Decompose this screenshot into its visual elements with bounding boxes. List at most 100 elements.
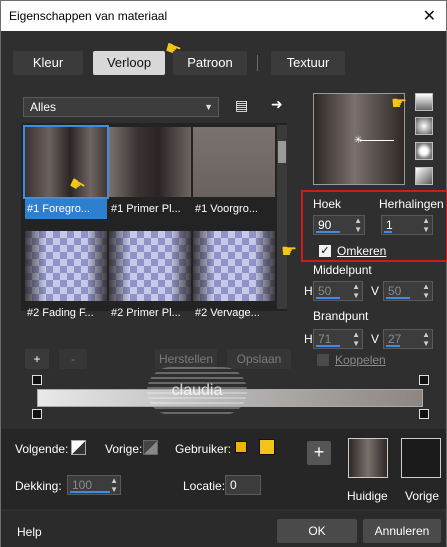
watermark-text: claudia <box>171 382 223 399</box>
center-h-input[interactable]: 50 ▲ ▼ <box>313 281 363 301</box>
opacity-label: Dekking: <box>15 479 62 493</box>
previous-label: Vorige <box>405 489 440 503</box>
spin-arrows-icon[interactable]: ▲ ▼ <box>110 476 118 494</box>
angle-input[interactable]: 90 ▲ ▼ <box>313 215 365 235</box>
repeats-input[interactable]: 1 ▲ ▼ <box>381 215 433 235</box>
swatch-label: #1 Primer Pl... <box>111 203 181 215</box>
library-scrollbar[interactable] <box>277 125 287 309</box>
user-color-swatch-2[interactable] <box>259 439 275 455</box>
swatch-preview <box>109 127 191 197</box>
next-color-swatch[interactable] <box>71 440 86 455</box>
material-properties-window: Eigenschappen van materiaal ✕ Kleur Verl… <box>0 0 447 547</box>
previous-gradient-swatch[interactable] <box>401 438 441 478</box>
chevron-down-icon: ▼ <box>204 102 213 112</box>
spin-arrows-icon[interactable]: ▲ ▼ <box>422 330 430 348</box>
scrollbar-thumb[interactable] <box>278 141 286 163</box>
tab-patroon[interactable]: Patroon <box>173 51 247 75</box>
linear-style-icon[interactable] <box>415 93 433 111</box>
remove-button[interactable]: - <box>59 349 87 369</box>
current-label: Huidige <box>347 489 388 503</box>
pointing-hand-icon: ☛ <box>281 241 298 261</box>
swatch-preview <box>193 127 275 197</box>
focal-h-value: 71 <box>318 332 332 346</box>
value-bar <box>316 345 340 347</box>
spin-arrows-icon[interactable]: ▲ ▼ <box>352 282 360 300</box>
ok-button[interactable]: OK <box>277 519 357 543</box>
focal-v-input[interactable]: 27 ▲ ▼ <box>383 329 433 349</box>
focal-h-label: H <box>304 332 313 346</box>
opacity-input[interactable]: 100 ▲ ▼ <box>67 475 121 495</box>
swatch-preview <box>25 231 107 301</box>
center-label: Middelpunt <box>313 263 372 277</box>
invert-label: Omkeren <box>337 244 387 258</box>
opacity-value: 100 <box>72 478 93 492</box>
center-v-input[interactable]: 50 ▲ ▼ <box>383 281 433 301</box>
center-h-label: H <box>304 284 313 298</box>
circular-style-icon[interactable] <box>415 142 433 160</box>
tab-kleur[interactable]: Kleur <box>13 51 83 75</box>
arrow-right-icon[interactable]: ➜ <box>271 96 283 113</box>
center-v-value: 50 <box>388 284 402 298</box>
help-link[interactable]: Help <box>17 525 42 539</box>
focal-label: Brandpunt <box>313 309 369 323</box>
radial-style-icon[interactable] <box>415 117 433 135</box>
cancel-button[interactable]: Annuleren <box>363 519 441 543</box>
tab-verloop[interactable]: Verloop <box>93 51 165 75</box>
rectangular-style-icon[interactable] <box>415 167 433 185</box>
focal-v-value: 27 <box>388 332 402 346</box>
prev-label: Vorige: <box>105 442 143 456</box>
opacity-stop-icon[interactable] <box>32 375 42 385</box>
color-stop-icon[interactable] <box>419 409 429 419</box>
tab-textuur[interactable]: Textuur <box>271 51 345 75</box>
value-bar <box>316 231 340 233</box>
invert-checkbox[interactable]: ✓ <box>319 245 331 257</box>
add-button[interactable]: + <box>25 349 49 369</box>
link-checkbox[interactable] <box>317 354 329 366</box>
repeats-label: Herhalingen <box>379 197 444 211</box>
save-button[interactable]: Opslaan <box>227 349 291 369</box>
value-bar <box>384 231 392 233</box>
category-dropdown[interactable]: Alles ▼ <box>23 97 219 117</box>
color-stop-icon[interactable] <box>32 409 42 419</box>
opacity-stop-icon[interactable] <box>419 375 429 385</box>
title-bar: Eigenschappen van materiaal ✕ <box>1 1 446 31</box>
current-gradient-swatch[interactable] <box>348 438 388 478</box>
spin-arrows-icon[interactable]: ▲ ▼ <box>422 282 430 300</box>
value-bar <box>70 491 110 493</box>
focal-v-label: V <box>371 332 380 346</box>
gradient-library: #1 Foregro... #1 Primer Pl... #1 Voorgro… <box>21 123 287 319</box>
angle-value: 90 <box>318 218 332 232</box>
reset-button[interactable]: Herstellen <box>155 349 217 369</box>
add-stop-button[interactable]: + <box>307 441 331 465</box>
link-label: Koppelen <box>335 353 386 367</box>
location-value: 0 <box>230 478 237 492</box>
repeats-value: 1 <box>386 218 393 232</box>
watermark-logo: claudia <box>147 367 247 415</box>
angle-line <box>360 140 394 141</box>
center-v-label: V <box>371 284 380 298</box>
close-icon[interactable]: ✕ <box>423 6 436 26</box>
spin-arrows-icon[interactable]: ▲ ▼ <box>422 216 430 234</box>
swatch-preview <box>109 231 191 301</box>
center-h-value: 50 <box>318 284 332 298</box>
focal-h-input[interactable]: 71 ▲ ▼ <box>313 329 363 349</box>
spin-arrows-icon[interactable]: ▲ ▼ <box>352 330 360 348</box>
next-label: Volgende: <box>15 442 69 456</box>
swatch-label: #2 Primer Pl... <box>111 307 181 319</box>
value-bar <box>386 297 410 299</box>
swatch-preview <box>193 231 275 301</box>
category-value: Alles <box>30 100 57 114</box>
angle-label: Hoek <box>313 197 342 211</box>
swatch-label: #2 Vervage... <box>195 307 260 319</box>
value-bar <box>386 345 400 347</box>
window-title: Eigenschappen van materiaal <box>9 9 168 23</box>
tab-separator <box>257 55 258 71</box>
pointing-hand-icon: ☛ <box>391 93 408 113</box>
swatch-label: #1 Foregro... <box>25 199 107 219</box>
spin-arrows-icon[interactable]: ▲ ▼ <box>354 216 362 234</box>
swatch-label: #2 Fading F... <box>27 307 94 319</box>
library-icon[interactable]: ▤ <box>235 97 248 114</box>
prev-color-swatch[interactable] <box>143 440 158 455</box>
location-input[interactable]: 0 <box>225 475 261 495</box>
user-color-swatch[interactable] <box>235 441 247 453</box>
